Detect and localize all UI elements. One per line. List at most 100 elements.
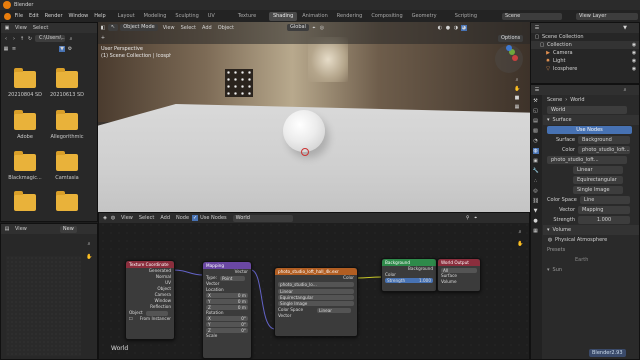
visibility-eye-icon[interactable]: ◉ [631,42,637,48]
outliner-row[interactable]: ▶ Camera ◉ [531,49,639,57]
interpolation-dropdown[interactable]: Linear [278,289,354,294]
data-tab-icon[interactable]: ▼ [533,208,539,214]
3d-cursor[interactable] [301,148,309,156]
folder-item[interactable]: Blackmagic... [5,151,45,181]
search-icon[interactable]: ⌕ [622,87,628,93]
z-axis-icon[interactable] [506,45,512,51]
color-space-dropdown[interactable]: Linear [317,307,351,313]
node-editor[interactable]: ◈ ◍ View Select Add Node ✓ Use Nodes Wor… [98,212,530,360]
viewport-add-menu[interactable]: Add [202,25,212,31]
viewport-object-menu[interactable]: Object [218,25,234,31]
outliner-row[interactable]: ▽ Icosphere ◉ [531,65,639,73]
scene-tab-icon[interactable]: ◔ [533,138,539,144]
shading-material-icon[interactable]: ◑ [453,25,459,31]
menu-edit[interactable]: Edit [29,13,39,19]
tab-shading[interactable]: Shading [268,11,298,21]
outliner-row[interactable]: ▢ Scene Collection [531,33,639,41]
image-canvas[interactable] [6,256,81,356]
file-view-menu[interactable]: View [12,25,30,31]
menu-render[interactable]: Render [45,13,63,19]
constraints-tab-icon[interactable]: ⛓ [533,198,539,204]
pan-hand-icon[interactable]: ✋ [514,86,520,92]
folder-item[interactable]: 20210804 SD [5,68,45,98]
mapping-node[interactable]: Mapping Vector Type: Point Vector Locatio… [202,261,252,359]
tab-sculpting[interactable]: Sculpting [171,12,202,21]
world-output-node[interactable]: World Output All Surface Volume [437,258,481,292]
icosphere[interactable] [283,110,325,152]
mapping-type-dropdown[interactable]: Point [220,275,245,281]
folder-item[interactable] [5,191,45,215]
vector-input-field[interactable]: Mapping [578,206,630,214]
projection-dropdown[interactable]: Equirectangular [278,295,354,300]
material-tab-icon[interactable]: ● [533,218,539,224]
tab-animation[interactable]: Animation [298,12,332,21]
tool-cursor-icon[interactable]: + [100,35,106,41]
surface-shader-field[interactable]: Background [578,136,630,144]
folder-item[interactable]: Camtasia [47,151,87,181]
viewport-view-menu[interactable]: View [163,25,175,31]
menu-help[interactable]: Help [94,13,105,19]
texture-coordinate-node[interactable]: Texture Coordinate Generated Normal UV O… [125,260,175,340]
path-field[interactable]: C:\Users\... [35,35,65,42]
proportional-edit-icon[interactable]: ◎ [319,25,325,31]
tab-uv-editing[interactable]: UV Editing [204,12,233,28]
outliner-row[interactable]: ✸ Light ◉ [531,57,639,65]
zoom-icon[interactable]: ⌕ [86,241,92,247]
filter-icon[interactable]: ▼ [622,25,628,31]
blender-menu-icon[interactable] [4,12,11,20]
visibility-eye-icon[interactable]: ◉ [631,66,637,72]
image-editor-icon[interactable]: ▤ [4,226,10,232]
snap-icon[interactable]: ⌖ [311,25,317,31]
transform-orientation-dropdown[interactable]: Global [287,24,309,31]
options-dropdown[interactable]: Options [498,34,524,42]
forward-arrow-icon[interactable]: › [11,36,17,42]
menu-window[interactable]: Window [69,13,89,19]
visibility-eye-icon[interactable]: ◉ [631,50,637,56]
tool-tab-icon[interactable]: ⚒ [533,98,539,104]
location-x-field[interactable]: X 0 m [206,293,248,298]
zoom-icon[interactable]: ⌕ [514,77,520,83]
from-instancer-checkbox[interactable]: ☐ [129,316,133,322]
image-new-button[interactable]: New [59,225,77,233]
object-mode-dropdown[interactable]: Object Mode [120,24,158,31]
back-arrow-icon[interactable]: ‹ [3,36,9,42]
use-nodes-button[interactable]: Use Nodes [547,126,632,134]
strength-field[interactable]: 1.000 [578,216,630,224]
object-tab-icon[interactable]: ▣ [533,158,539,164]
display-list-icon[interactable]: ≡ [11,46,17,52]
texture-tab-icon[interactable]: ▦ [533,228,539,234]
filter-icon[interactable]: ▼ [59,45,65,52]
environment-texture-node[interactable]: photo_studio_loft_hall_4k.exr Color phot… [274,267,358,337]
world-datablock-field[interactable]: World [547,106,627,114]
3d-viewport[interactable]: ◧ ↖ Object Mode View Select Add Object G… [98,22,530,212]
folder-item[interactable] [47,191,87,215]
rotation-y-field[interactable]: Y 0° [206,322,248,327]
scene-selector[interactable]: Scene [502,12,562,20]
strength-field[interactable]: Strength 1.000 [385,278,433,283]
tab-scripting[interactable]: Scripting [451,12,481,21]
file-select-menu[interactable]: Select [30,25,51,31]
shading-solid-icon[interactable]: ● [445,25,451,31]
render-tab-icon[interactable]: ◱ [533,108,539,114]
menu-file[interactable]: File [15,13,23,19]
physics-tab-icon[interactable]: ◎ [533,188,539,194]
settings-gear-icon[interactable]: ⚙ [67,46,73,52]
parent-dir-icon[interactable]: ↑ [19,36,25,42]
overlay-icon[interactable]: ◐ [437,25,443,31]
folder-item[interactable]: 20210613 SD [47,68,87,98]
viewport-select-menu[interactable]: Select [181,25,196,31]
source-dropdown[interactable]: Single Image [573,186,623,194]
source-dropdown[interactable]: Single Image [278,301,354,306]
navigation-gizmo[interactable] [495,45,523,73]
particles-tab-icon[interactable]: ∴ [533,178,539,184]
view-layer-selector[interactable]: View Layer [576,12,638,20]
tab-compositing[interactable]: Compositing [367,12,406,21]
refresh-icon[interactable]: ↻ [27,36,33,42]
tab-modeling[interactable]: Modeling [140,12,171,21]
viewport-editor-icon[interactable]: ◧ [100,25,106,31]
shading-rendered-icon[interactable]: ◕ [460,24,467,31]
folder-item[interactable]: Allegorithmic [47,110,87,140]
properties-editor-icon[interactable]: ☰ [534,87,540,93]
world-tab-icon[interactable]: ◍ [532,148,539,154]
image-view-menu[interactable]: View [12,226,30,232]
